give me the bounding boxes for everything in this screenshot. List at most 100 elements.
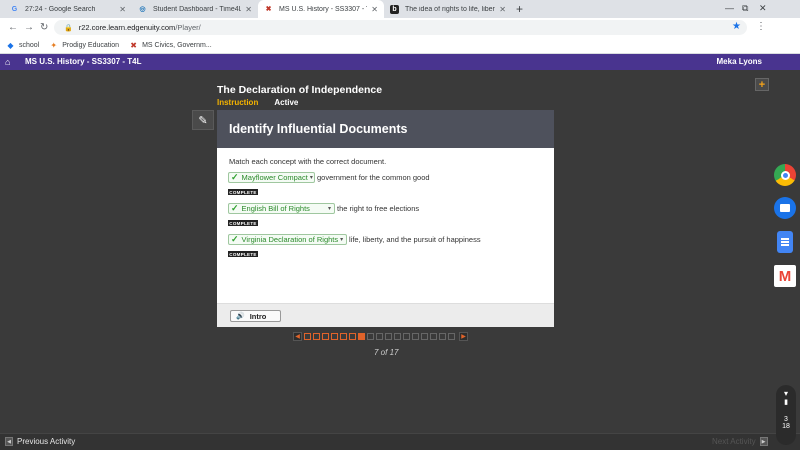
document-dropdown[interactable]: ✓ Virginia Declaration of Rights ▾ [228, 234, 347, 245]
url-path: /Player/ [175, 23, 201, 32]
edgenuity-x-icon: ✖ [130, 40, 137, 50]
pager-box-9[interactable] [376, 332, 383, 340]
docs-icon[interactable] [777, 231, 793, 253]
edgenuity-x-icon: ✖ [265, 6, 272, 13]
status-bottom-number: 18 [782, 423, 790, 430]
expand-tools-button[interactable]: + [755, 78, 769, 91]
document-dropdown[interactable]: ✓ English Bill of Rights ▾ [228, 203, 335, 214]
bookmark-star-icon[interactable]: ★ [732, 21, 741, 32]
complete-badge: COMPLETE [228, 251, 258, 257]
concept-text: life, liberty, and the pursuit of happin… [349, 235, 481, 244]
browser-tab-brainly[interactable]: b The idea of rights to life, liberty a … [384, 0, 512, 18]
bookmark-label: school [19, 41, 40, 49]
pager-box-12[interactable] [403, 332, 410, 340]
document-dropdown[interactable]: ✓ Mayflower Compact ▾ [228, 172, 315, 183]
user-name[interactable]: Meka Lyons [717, 57, 763, 66]
match-row: ✓ Mayflower Compact ▾ government for the… [228, 172, 430, 183]
battery-icon: ▮ [784, 399, 788, 406]
close-icon[interactable]: ✕ [499, 5, 506, 14]
checkmark-icon: ✓ [231, 234, 239, 244]
bookmarks-bar: ◆ school ✦ Prodigy Education ✖ MS Civics… [0, 37, 800, 54]
previous-activity-button[interactable]: ◀ Previous Activity [5, 437, 75, 446]
pager-box-15[interactable] [430, 332, 437, 340]
dropdown-value: Mayflower Compact [241, 173, 308, 182]
tab-instruction[interactable]: Instruction [217, 98, 258, 107]
forward-icon[interactable]: → [24, 22, 34, 33]
browser-menu-icon[interactable]: ⋮ [756, 21, 766, 32]
activity-panel: Identify Influential Documents Match eac… [217, 110, 554, 327]
chevron-down-icon: ▾ [327, 206, 331, 212]
close-icon[interactable]: ✕ [371, 5, 378, 14]
chrome-icon[interactable] [774, 164, 796, 186]
activity-instructions: Match each concept with the correct docu… [229, 157, 387, 166]
pager-box-10[interactable] [385, 332, 392, 340]
next-activity-button[interactable]: Next Activity ▶ [712, 437, 768, 446]
lesson-tabs: Instruction Active [217, 98, 298, 107]
pager-box-14[interactable] [421, 332, 428, 340]
checkmark-icon: ✓ [231, 203, 239, 213]
pager-box-16[interactable] [439, 332, 446, 340]
wifi-icon: ▾ [783, 389, 788, 398]
activity-pager: ◀ ▶ [293, 331, 468, 341]
complete-badge: COMPLETE [228, 220, 258, 226]
bookmark-ms-civics[interactable]: ✖ MS Civics, Governm... [129, 40, 211, 50]
pager-box-13[interactable] [412, 332, 419, 340]
status-tray[interactable]: ▾ ▮ 3 18 [776, 385, 796, 445]
chevron-right-icon: ▶ [759, 437, 768, 446]
google-icon: G [11, 5, 18, 13]
pager-box-1[interactable] [304, 332, 311, 340]
lesson-title: The Declaration of Independence [217, 84, 383, 96]
concept-text: government for the common good [317, 173, 430, 182]
concept-text: the right to free elections [337, 204, 420, 213]
restore-icon[interactable]: ⧉ [742, 3, 748, 14]
intro-button[interactable]: 🔊 Intro [230, 310, 281, 322]
complete-badge: COMPLETE [228, 189, 258, 195]
url-host: r22.core.learn.edgenuity.com [78, 23, 176, 32]
match-row: ✓ Virginia Declaration of Rights ▾ life,… [228, 234, 481, 245]
browser-toolbar: ← → ↻ 🔒 r22.core.learn.edgenuity.com/Pla… [0, 18, 800, 37]
new-tab-button[interactable]: + [516, 2, 523, 16]
bottom-bar: ◀ Previous Activity Next Activity ▶ [0, 433, 800, 450]
school-icon: ◆ [7, 40, 14, 50]
home-icon[interactable]: ⌂ [5, 57, 10, 67]
bookmark-school[interactable]: ◆ school [6, 41, 39, 50]
minimize-icon[interactable]: — [725, 3, 734, 13]
pager-box-4[interactable] [331, 332, 338, 340]
pager-box-11[interactable] [394, 332, 401, 340]
pager-box-8[interactable] [367, 332, 374, 340]
gmail-icon[interactable]: M [774, 265, 796, 287]
back-icon[interactable]: ← [8, 22, 18, 33]
pager-box-7[interactable] [358, 332, 365, 340]
activity-heading: Identify Influential Documents [217, 110, 554, 148]
course-header: ⌂ MS U.S. History - SS3307 - T4L Meka Ly… [0, 54, 800, 70]
pager-box-5[interactable] [340, 332, 347, 340]
lock-icon: 🔒 [64, 24, 73, 32]
pager-box-17[interactable] [448, 332, 455, 340]
tab-title: MS U.S. History - SS3307 - T4L - [279, 5, 367, 13]
pencil-icon[interactable]: ✎ [192, 110, 214, 130]
pager-next-button[interactable]: ▶ [459, 331, 468, 341]
files-icon[interactable] [774, 197, 796, 219]
pager-boxes [302, 332, 455, 340]
browser-tab-student-dashboard[interactable]: ◎ Student Dashboard - Time4Learn ✕ [132, 0, 258, 18]
tab-strip: G 27:24 - Google Search ✕ ◎ Student Dash… [0, 0, 800, 18]
tab-title: Student Dashboard - Time4Learn [153, 5, 242, 13]
close-icon[interactable]: ✕ [245, 5, 252, 14]
pager-box-6[interactable] [349, 332, 356, 340]
tab-title: The idea of rights to life, liberty a [405, 5, 495, 13]
close-window-icon[interactable]: ✕ [759, 3, 767, 14]
reload-icon[interactable]: ↻ [40, 22, 48, 33]
pager-prev-button[interactable]: ◀ [293, 331, 302, 341]
bookmark-prodigy[interactable]: ✦ Prodigy Education [49, 41, 119, 50]
pager-box-3[interactable] [322, 332, 329, 340]
tab-title: 27:24 - Google Search [25, 5, 96, 13]
pager-box-2[interactable] [313, 332, 320, 340]
browser-tab-ms-us-history[interactable]: ✖ MS U.S. History - SS3307 - T4L - ✕ [258, 0, 384, 18]
brainly-icon: b [390, 4, 399, 14]
browser-tab-google-search[interactable]: G 27:24 - Google Search ✕ [4, 0, 132, 18]
course-title: MS U.S. History - SS3307 - T4L [25, 57, 142, 66]
close-icon[interactable]: ✕ [119, 5, 126, 14]
address-bar[interactable]: 🔒 r22.core.learn.edgenuity.com/Player/ [54, 20, 747, 35]
bookmark-label: Prodigy Education [62, 41, 120, 49]
page-counter: 7 of 17 [374, 348, 399, 357]
